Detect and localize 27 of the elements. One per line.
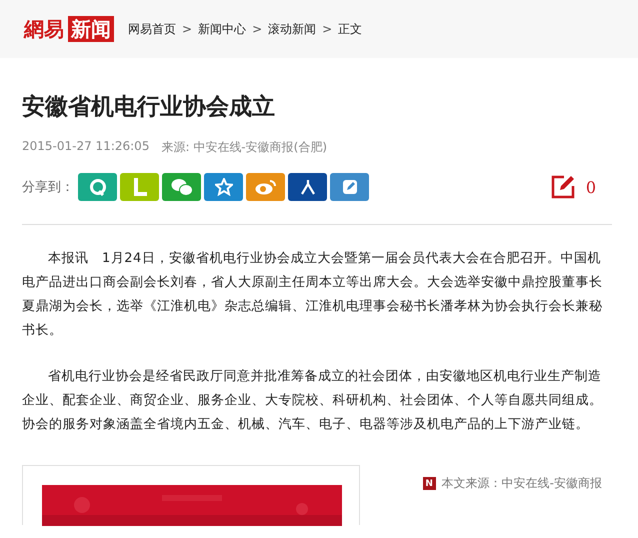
chat-bubble-icon xyxy=(88,178,106,196)
breadcrumb-link[interactable]: 正文 xyxy=(338,20,362,38)
article-title: 安徽省机电行业协会成立 xyxy=(22,92,276,122)
breadcrumb-link[interactable]: 网易首页 xyxy=(128,20,176,38)
comment-count[interactable]: 0 xyxy=(586,178,596,196)
breadcrumb-link[interactable]: 新闻中心 xyxy=(198,20,246,38)
breadcrumb-separator: > xyxy=(252,22,262,36)
news-badge: N xyxy=(422,477,436,490)
article-paragraph: 省机电行业协会是经省民政厅同意并批准筹备成立的社会团体，由安徽地区机电行业生产制造企业、配套企业、商贸企业、服务企业、大专院校、科研机构、社会团体、个人等自愿共同组成。协会的服务对象涵盖全省境内五金、机械、汽车、电子、电器等涉及机电产品的上下游产业链。 xyxy=(22,368,604,434)
person-icon xyxy=(300,179,316,195)
share-label: 分享到： xyxy=(22,179,74,196)
share-button[interactable] xyxy=(204,173,243,201)
publish-time: 2015-01-27 11:26:05 xyxy=(22,139,150,155)
star-icon xyxy=(214,178,232,196)
note-icon xyxy=(342,179,358,195)
edit-icon[interactable] xyxy=(550,174,576,200)
logo-text[interactable]: 網易 xyxy=(24,16,68,42)
source-note: 本文来源：中安在线-安徽商报 xyxy=(442,475,602,492)
breadcrumb-separator: > xyxy=(322,22,332,36)
l-shape-icon xyxy=(132,178,146,196)
article-source: 来源: 中安在线-安徽商报(合肥) xyxy=(161,139,328,156)
share-button[interactable] xyxy=(330,173,369,201)
breadcrumb-link[interactable]: 滚动新闻 xyxy=(268,20,316,38)
article-paragraph: 本报讯 1月24日，安徽省机电行业协会成立大会暨第一届会员代表大会在合肥召开。中国机电产品进出口商会副会长刘春，省人大原副主任周本立等出席大会。大会选举安徽中鼎控股董事长夏鼎湖为会长，选举《江淮机电》杂志总编辑、江淮机电理事会秘书长潘孝林为协会执行会长兼秘书长。 xyxy=(22,250,604,340)
logo-badge[interactable]: 新闻 xyxy=(68,16,114,42)
share-button[interactable] xyxy=(288,173,327,201)
breadcrumb-separator: > xyxy=(182,22,192,36)
